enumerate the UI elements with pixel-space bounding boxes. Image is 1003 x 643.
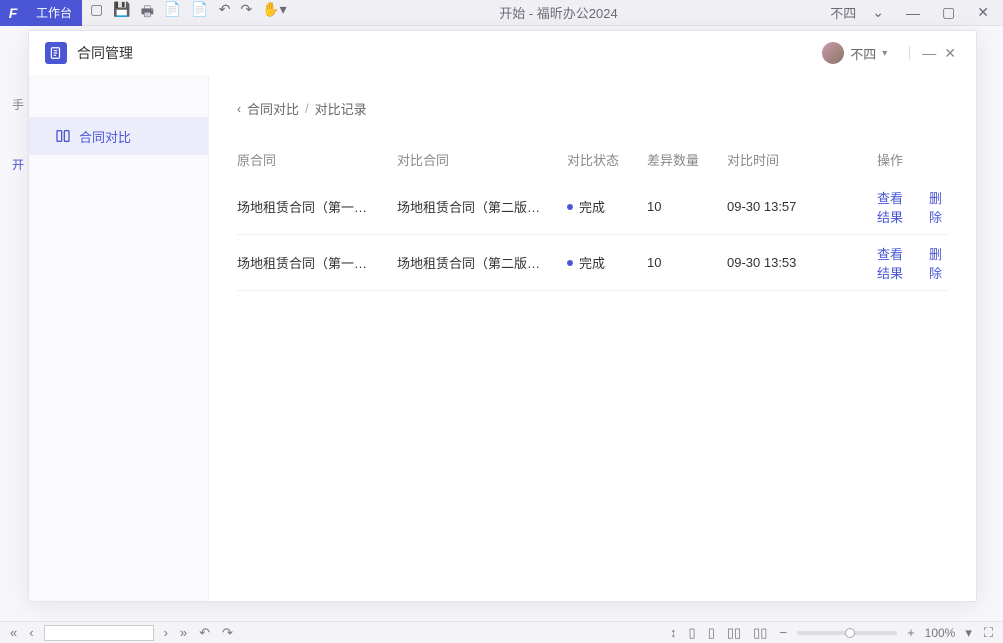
cell-time: 09-30 13:53 bbox=[727, 255, 877, 270]
layout-facing-icon[interactable]: ▯▯ bbox=[725, 625, 743, 641]
toolbar-quick-icons: ▢ 💾 🖶 📄 📄 ↶ ↷ ✋▾ bbox=[82, 1, 295, 25]
breadcrumb-back-icon[interactable]: ‹ bbox=[237, 102, 241, 116]
bg-label-1: 手 bbox=[12, 96, 24, 113]
contract-icon bbox=[45, 42, 67, 64]
panel-close-icon[interactable]: ✕ bbox=[940, 45, 960, 62]
table-row: 场地租赁合同（第一… 场地租赁合同（第二版… 完成 10 09-30 13:57… bbox=[237, 179, 948, 235]
cell-status: 完成 bbox=[567, 253, 647, 272]
status-dot-icon bbox=[567, 260, 573, 266]
rotate-right-icon[interactable]: ↷ bbox=[220, 625, 235, 641]
status-text: 完成 bbox=[579, 253, 605, 272]
delete-link[interactable]: 删除 bbox=[929, 188, 948, 226]
breadcrumb: ‹ 合同对比 / 对比记录 bbox=[237, 99, 948, 118]
statusbar: « ‹ › » ↶ ↷ ↕ ▯ ▯ ▯▯ ▯▯ − + 100% ▾ ⛶ bbox=[0, 621, 1003, 643]
sidebar-item-label: 合同对比 bbox=[79, 127, 131, 146]
layout-facing-cont-icon[interactable]: ▯▯ bbox=[751, 625, 769, 641]
cell-time: 09-30 13:57 bbox=[727, 199, 877, 214]
first-page-icon[interactable]: « bbox=[8, 625, 19, 640]
expand-icon[interactable]: ↕ bbox=[668, 625, 679, 640]
compare-icon bbox=[55, 128, 71, 144]
app-logo-icon: F bbox=[0, 0, 26, 26]
cell-compare: 场地租赁合同（第二版… bbox=[397, 253, 567, 272]
panel-header: 合同管理 不四 ▾ — ✕ bbox=[29, 31, 976, 75]
cell-diff: 10 bbox=[647, 255, 727, 270]
last-page-icon[interactable]: » bbox=[178, 625, 189, 640]
new-doc-icon[interactable]: 📄 bbox=[191, 1, 208, 25]
rotate-left-icon[interactable]: ↶ bbox=[197, 625, 212, 641]
window-close-icon[interactable]: ✕ bbox=[971, 4, 995, 21]
titlebar-user[interactable]: 不四 bbox=[830, 3, 856, 22]
print-icon[interactable]: 🖶 bbox=[141, 1, 154, 25]
window-title: 开始 - 福昕办公2024 bbox=[295, 3, 823, 22]
app-titlebar: F 工作台 ▢ 💾 🖶 📄 📄 ↶ ↷ ✋▾ 开始 - 福昕办公2024 不四 … bbox=[0, 0, 1003, 26]
doc-icon[interactable]: 📄 bbox=[164, 1, 181, 25]
content-area: ‹ 合同对比 / 对比记录 原合同 对比合同 对比状态 差异数量 对比时间 操作… bbox=[209, 75, 976, 601]
breadcrumb-link[interactable]: 合同对比 bbox=[247, 99, 299, 118]
col-header-time: 对比时间 bbox=[727, 150, 877, 169]
view-result-link[interactable]: 查看结果 bbox=[877, 188, 915, 226]
status-dot-icon bbox=[567, 204, 573, 210]
sidebar-item-compare[interactable]: 合同对比 bbox=[29, 117, 208, 155]
cell-op: 查看结果 删除 bbox=[877, 188, 948, 226]
cell-origin: 场地租赁合同（第一… bbox=[237, 253, 397, 272]
cell-origin: 场地租赁合同（第一… bbox=[237, 197, 397, 216]
layout-continuous-icon[interactable]: ▯ bbox=[706, 625, 717, 641]
sidebar: 合同对比 bbox=[29, 75, 209, 601]
panel-title: 合同管理 bbox=[77, 43, 133, 63]
bg-label-2: 开 bbox=[12, 156, 24, 173]
layout-single-icon[interactable]: ▯ bbox=[687, 625, 698, 641]
col-header-origin: 原合同 bbox=[237, 150, 397, 169]
user-dropdown-icon[interactable]: ▾ bbox=[882, 48, 887, 59]
hand-icon[interactable]: ✋▾ bbox=[262, 1, 286, 25]
panel-minimize-icon[interactable]: — bbox=[918, 45, 940, 61]
header-divider bbox=[909, 46, 910, 60]
col-header-compare: 对比合同 bbox=[397, 150, 567, 169]
next-page-icon[interactable]: › bbox=[162, 625, 170, 640]
cell-status: 完成 bbox=[567, 197, 647, 216]
status-text: 完成 bbox=[579, 197, 605, 216]
panel-user-name[interactable]: 不四 bbox=[850, 44, 876, 63]
fullscreen-icon[interactable]: ⛶ bbox=[982, 625, 995, 641]
breadcrumb-current: 对比记录 bbox=[315, 99, 367, 118]
zoom-out-icon[interactable]: − bbox=[777, 625, 789, 640]
breadcrumb-separator: / bbox=[305, 101, 309, 116]
page-input[interactable] bbox=[44, 625, 154, 641]
redo-icon[interactable]: ↷ bbox=[241, 1, 253, 25]
table-header-row: 原合同 对比合同 对比状态 差异数量 对比时间 操作 bbox=[237, 140, 948, 179]
col-header-status: 对比状态 bbox=[567, 150, 647, 169]
delete-link[interactable]: 删除 bbox=[929, 244, 948, 282]
cell-op: 查看结果 删除 bbox=[877, 244, 948, 282]
cell-diff: 10 bbox=[647, 199, 727, 214]
open-icon[interactable]: ▢ bbox=[90, 1, 103, 25]
tab-workbench[interactable]: 工作台 bbox=[26, 0, 82, 26]
zoom-dropdown-icon[interactable]: ▾ bbox=[963, 625, 974, 641]
panel-body: 合同对比 ‹ 合同对比 / 对比记录 原合同 对比合同 对比状态 差异数量 对比… bbox=[29, 75, 976, 601]
avatar[interactable] bbox=[822, 42, 844, 64]
chevron-down-icon[interactable]: ⌄ bbox=[866, 4, 890, 21]
save-icon[interactable]: 💾 bbox=[113, 1, 130, 25]
zoom-in-icon[interactable]: + bbox=[905, 625, 917, 640]
table-row: 场地租赁合同（第一… 场地租赁合同（第二版… 完成 10 09-30 13:53… bbox=[237, 235, 948, 291]
titlebar-right: 不四 ⌄ — ▢ ✕ bbox=[822, 3, 1003, 22]
window-minimize-icon[interactable]: — bbox=[900, 5, 926, 21]
window-maximize-icon[interactable]: ▢ bbox=[936, 4, 961, 21]
cell-compare: 场地租赁合同（第二版… bbox=[397, 197, 567, 216]
zoom-thumb[interactable] bbox=[845, 628, 855, 638]
col-header-op: 操作 bbox=[877, 150, 948, 169]
col-header-diff: 差异数量 bbox=[647, 150, 727, 169]
prev-page-icon[interactable]: ‹ bbox=[27, 625, 35, 640]
zoom-value[interactable]: 100% bbox=[925, 626, 956, 640]
zoom-slider[interactable] bbox=[797, 631, 897, 635]
view-result-link[interactable]: 查看结果 bbox=[877, 244, 915, 282]
contract-management-panel: 合同管理 不四 ▾ — ✕ 合同对比 ‹ 合同对比 / 对比记录 bbox=[28, 30, 977, 602]
undo-icon[interactable]: ↶ bbox=[219, 1, 231, 25]
records-table: 原合同 对比合同 对比状态 差异数量 对比时间 操作 场地租赁合同（第一… 场地… bbox=[237, 140, 948, 291]
